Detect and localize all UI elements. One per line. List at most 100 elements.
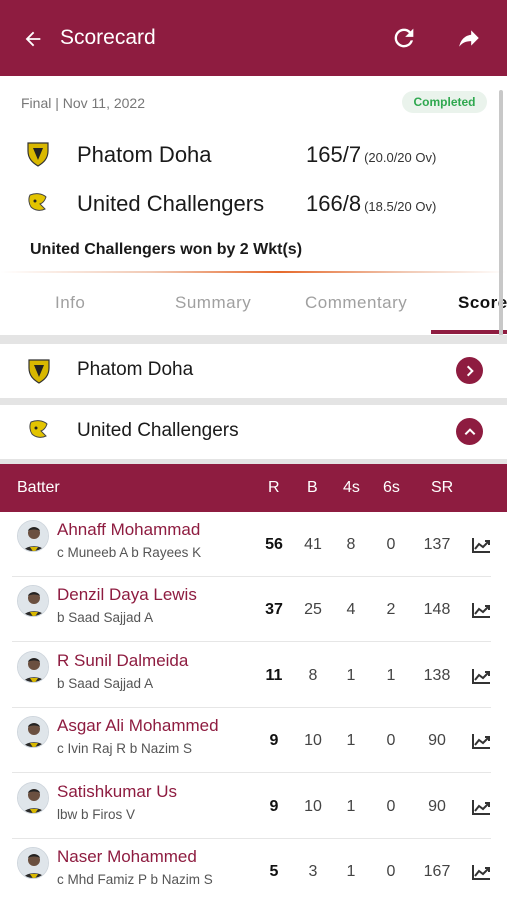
balls-value: 10: [304, 732, 322, 750]
table-row[interactable]: Satishkumar Us lbw b Firos V 9 10 1 0 90: [0, 773, 507, 839]
team-row-1: Phatom Doha 165/7 (20.0/20 Ov): [0, 136, 507, 176]
innings-row-phatom-doha[interactable]: Phatom Doha: [0, 344, 507, 398]
chart-icon[interactable]: [471, 798, 491, 816]
tab-summary[interactable]: Summary: [175, 293, 251, 313]
sixes-value: 0: [386, 536, 396, 553]
runs-value: 5: [269, 863, 279, 880]
section-gap: [0, 398, 507, 405]
batting-table-header: Batter R B 4s 6s SR: [0, 464, 507, 512]
match-meta: Final | Nov 11, 2022: [21, 95, 146, 111]
fours-value: 1: [346, 732, 356, 750]
sixes-value: 2: [386, 601, 396, 619]
team-logo-icon: [28, 359, 50, 384]
chart-icon[interactable]: [471, 601, 491, 619]
team-overs: (18.5/20 Ov): [364, 199, 437, 214]
fours-value: 1: [346, 863, 356, 880]
tab-info[interactable]: Info: [55, 293, 85, 313]
team-score: 165/7 (20.0/20 Ov): [306, 142, 436, 168]
strike-rate-value: 148: [423, 601, 451, 619]
header-sixes: 6s: [383, 479, 400, 496]
avatar: [17, 650, 49, 683]
batter-name[interactable]: Satishkumar Us: [57, 782, 177, 802]
runs-value: 11: [265, 666, 283, 684]
avatar: [17, 585, 49, 618]
table-row[interactable]: Ahnaff Mohammad c Muneeb A b Rayees K 56…: [0, 512, 507, 577]
header-fours: 4s: [343, 479, 360, 496]
avatar: [17, 716, 49, 749]
batter-name[interactable]: Naser Mohammed: [57, 847, 197, 867]
table-row[interactable]: Asgar Ali Mohammed c Ivin Raj R b Nazim …: [0, 708, 507, 774]
batter-name[interactable]: Denzil Daya Lewis: [57, 585, 197, 605]
team-overs: (20.0/20 Ov): [364, 150, 437, 165]
avatar: [17, 520, 49, 552]
team-logo-icon: [28, 193, 47, 211]
tab-commentary[interactable]: Commentary: [305, 293, 407, 313]
match-result: United Challengers won by 2 Wkt(s): [30, 241, 303, 258]
player-avatar-icon: [18, 521, 48, 551]
refresh-button[interactable]: [388, 22, 420, 54]
active-tab-indicator: [431, 330, 507, 334]
dismissal-text: lbw b Firos V: [57, 806, 136, 822]
back-button[interactable]: [18, 24, 48, 54]
fours-value: 1: [346, 666, 356, 684]
table-row[interactable]: R Sunil Dalmeida b Saad Sajjad A 11 8 1 …: [0, 642, 507, 708]
team-score-value: 166/8: [306, 191, 362, 216]
team-logo-icon: [29, 420, 48, 438]
runs-value: 37: [265, 601, 283, 619]
innings-team-name: Phatom Doha: [77, 359, 194, 380]
team-name: Phatom Doha: [77, 142, 212, 167]
balls-value: 25: [304, 601, 322, 619]
innings-team-name: United Challengers: [77, 420, 239, 441]
chart-icon[interactable]: [471, 863, 491, 881]
share-icon: [459, 30, 479, 47]
avatar: [17, 781, 49, 814]
team-row-2: United Challengers 166/8 (18.5/20 Ov): [0, 186, 507, 226]
fours-value: 1: [346, 797, 356, 815]
refresh-icon: [394, 28, 414, 48]
team-name: United Challengers: [77, 191, 265, 216]
runs-value: 9: [269, 732, 279, 750]
player-avatar-icon: [18, 782, 48, 813]
chevron-up-icon: [464, 427, 475, 435]
expand-button[interactable]: [456, 357, 483, 384]
runs-value: 9: [269, 797, 279, 815]
player-avatar-icon: [18, 651, 48, 682]
scrollbar[interactable]: [499, 90, 503, 350]
chart-icon[interactable]: [471, 667, 491, 685]
chart-icon[interactable]: [471, 536, 491, 554]
share-button[interactable]: [452, 22, 486, 54]
innings-row-united-challengers[interactable]: United Challengers: [0, 405, 507, 459]
status-badge: Completed: [402, 91, 487, 113]
dismissal-text: c Mhd Famiz P b Nazim S: [57, 872, 213, 887]
chart-icon[interactable]: [471, 732, 491, 750]
strike-rate-value: 167: [423, 863, 451, 880]
tab-bar: Info Summary Commentary Score: [0, 273, 507, 335]
fours-value: 4: [346, 601, 356, 619]
team-score: 166/8 (18.5/20 Ov): [306, 191, 436, 217]
sixes-value: 1: [386, 666, 396, 684]
dismissal-text: b Saad Sajjad A: [57, 675, 154, 691]
sixes-value: 0: [386, 863, 396, 880]
balls-value: 3: [308, 863, 318, 880]
strike-rate-value: 137: [423, 536, 451, 553]
player-avatar-icon: [18, 848, 48, 878]
dismissal-text: c Ivin Raj R b Nazim S: [57, 741, 193, 757]
player-avatar-icon: [18, 586, 48, 617]
strike-rate-value: 90: [428, 797, 446, 815]
dismissal-text: c Muneeb A b Rayees K: [57, 545, 202, 560]
player-avatar-icon: [18, 717, 48, 748]
collapse-button[interactable]: [456, 418, 483, 445]
batter-name[interactable]: Asgar Ali Mohammed: [57, 716, 219, 736]
balls-value: 8: [308, 666, 318, 684]
header-strike-rate: SR: [431, 479, 454, 496]
section-gap: [0, 335, 507, 344]
batter-name[interactable]: R Sunil Dalmeida: [57, 651, 188, 671]
sixes-value: 0: [386, 797, 396, 815]
dismissal-text: b Saad Sajjad A: [57, 610, 154, 626]
app-bar: Scorecard: [0, 0, 507, 76]
table-row[interactable]: Denzil Daya Lewis b Saad Sajjad A 37 25 …: [0, 577, 507, 643]
balls-value: 41: [304, 536, 322, 553]
batter-name[interactable]: Ahnaff Mohammad: [57, 520, 200, 540]
table-row[interactable]: Naser Mohammed c Mhd Famiz P b Nazim S 5…: [0, 839, 507, 900]
arrow-left-icon: [25, 31, 41, 47]
